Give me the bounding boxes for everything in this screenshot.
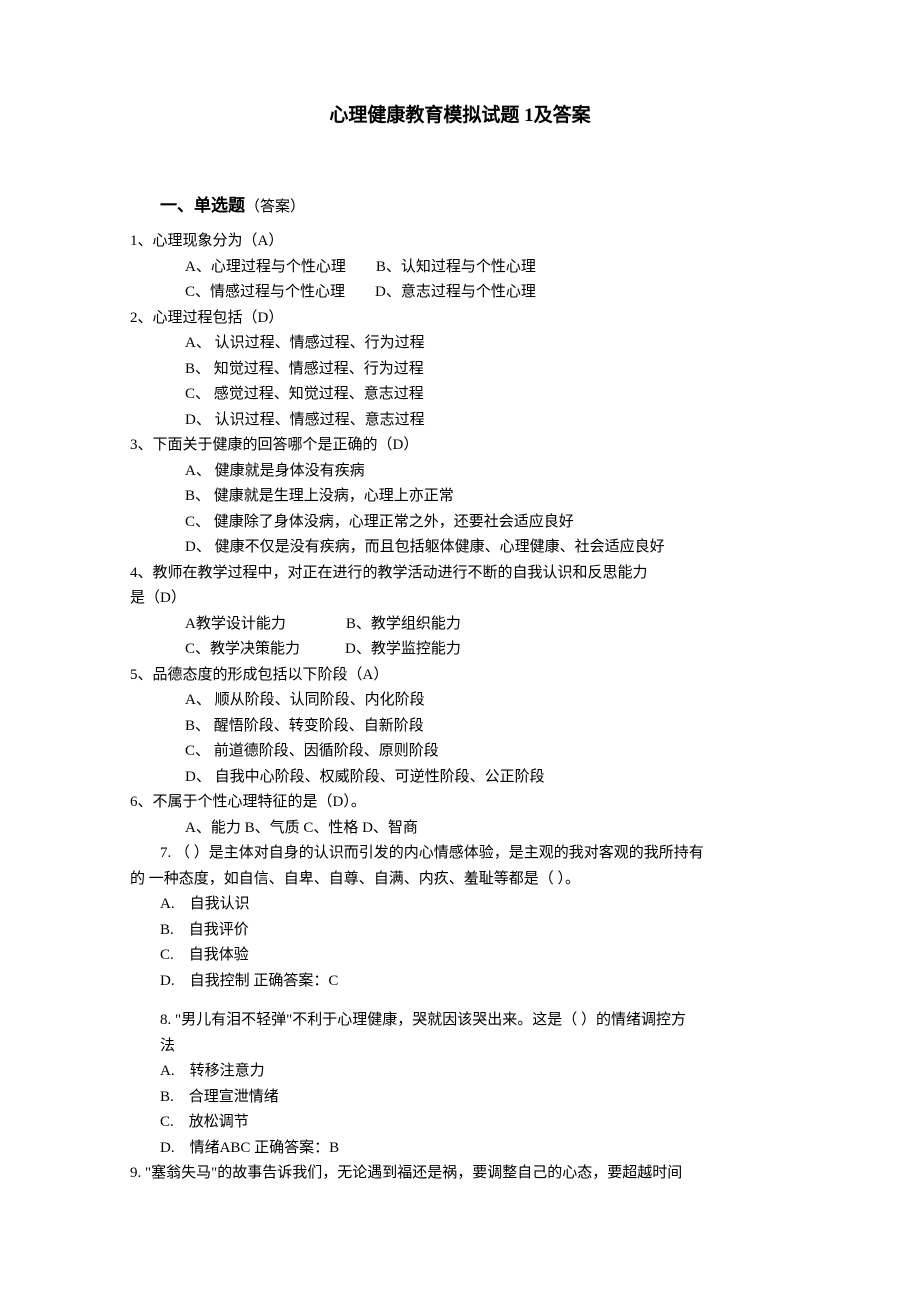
- section-heading: 一、单选题（答案）: [160, 192, 790, 221]
- question-3-option-d: D、 健康不仅是没有疾病，而且包括躯体健康、心理健康、社会适应良好: [185, 535, 790, 561]
- question-9-stem: 9. "塞翁失马"的故事告诉我们，无论遇到福还是祸，要调整自己的心态，要超越时间: [130, 1161, 790, 1187]
- question-5-option-c: C、 前道德阶段、因循阶段、原则阶段: [185, 739, 790, 765]
- question-6-stem: 6、不属于个性心理特征的是（D）。: [130, 790, 790, 816]
- section-heading-sub: （答案）: [245, 199, 305, 215]
- question-8-option-b: B. 合理宣泄情绪: [160, 1085, 790, 1111]
- question-4-stem-line2: 是（D）: [130, 586, 790, 612]
- question-5-stem: 5、品德态度的形成包括以下阶段（A）: [130, 663, 790, 689]
- question-7-option-d: D. 自我控制 正确答案：C: [160, 969, 790, 995]
- question-5-option-a: A、 顺从阶段、认同阶段、内化阶段: [185, 688, 790, 714]
- question-8-stem-line2: 法: [160, 1034, 790, 1060]
- question-5-option-d: D、 自我中心阶段、权威阶段、可逆性阶段、公正阶段: [185, 765, 790, 791]
- question-4-options-line1: A教学设计能力 B、教学组织能力: [185, 612, 790, 638]
- question-2-option-a: A、 认识过程、情感过程、行为过程: [185, 331, 790, 357]
- question-8-stem-line1: 8. "男儿有泪不轻弹"不利于心理健康，哭就因该哭出来。这是（ ）的情绪调控方: [160, 1008, 790, 1034]
- question-3-option-a: A、 健康就是身体没有疾病: [185, 459, 790, 485]
- question-3-stem: 3、下面关于健康的回答哪个是正确的（D）: [130, 433, 790, 459]
- question-1-options-line1: A、心理过程与个性心理 B、认知过程与个性心理: [185, 255, 790, 281]
- question-1-options-line2: C、情感过程与个性心理 D、意志过程与个性心理: [185, 280, 790, 306]
- question-7-option-a: A. 自我认识: [160, 892, 790, 918]
- question-8-option-c: C. 放松调节: [160, 1110, 790, 1136]
- question-5-option-b: B、 醒悟阶段、转变阶段、自新阶段: [185, 714, 790, 740]
- question-1-stem: 1、心理现象分为（A）: [130, 229, 790, 255]
- question-2-stem: 2、心理过程包括（D）: [130, 306, 790, 332]
- question-7-stem-line2: 的 一种态度，如自信、自卑、自尊、自满、内疚、羞耻等都是（ ）。: [130, 867, 790, 893]
- question-3-option-c: C、 健康除了身体没病，心理正常之外，还要社会适应良好: [185, 510, 790, 536]
- question-6-options: A、能力 B、气质 C、性格 D、智商: [185, 816, 790, 842]
- question-7-stem-line1: 7. （ ）是主体对自身的认识而引发的内心情感体验，是主观的我对客观的我所持有: [160, 841, 790, 867]
- question-2-option-b: B、 知觉过程、情感过程、行为过程: [185, 357, 790, 383]
- question-7-option-c: C. 自我体验: [160, 943, 790, 969]
- section-heading-text: 一、单选题: [160, 196, 245, 215]
- question-8-option-a: A. 转移注意力: [160, 1059, 790, 1085]
- question-2-option-d: D、 认识过程、情感过程、意志过程: [185, 408, 790, 434]
- document-title: 心理健康教育模拟试题 1及答案: [130, 100, 790, 132]
- question-2-option-c: C、 感觉过程、知觉过程、意志过程: [185, 382, 790, 408]
- question-7-option-b: B. 自我评价: [160, 918, 790, 944]
- question-8-option-d: D. 情绪ABC 正确答案：B: [160, 1136, 790, 1162]
- question-4-options-line2: C、教学决策能力 D、教学监控能力: [185, 637, 790, 663]
- question-3-option-b: B、 健康就是生理上没病，心理上亦正常: [185, 484, 790, 510]
- question-4-stem-line1: 4、教师在教学过程中，对正在进行的教学活动进行不断的自我认识和反思能力: [130, 561, 790, 587]
